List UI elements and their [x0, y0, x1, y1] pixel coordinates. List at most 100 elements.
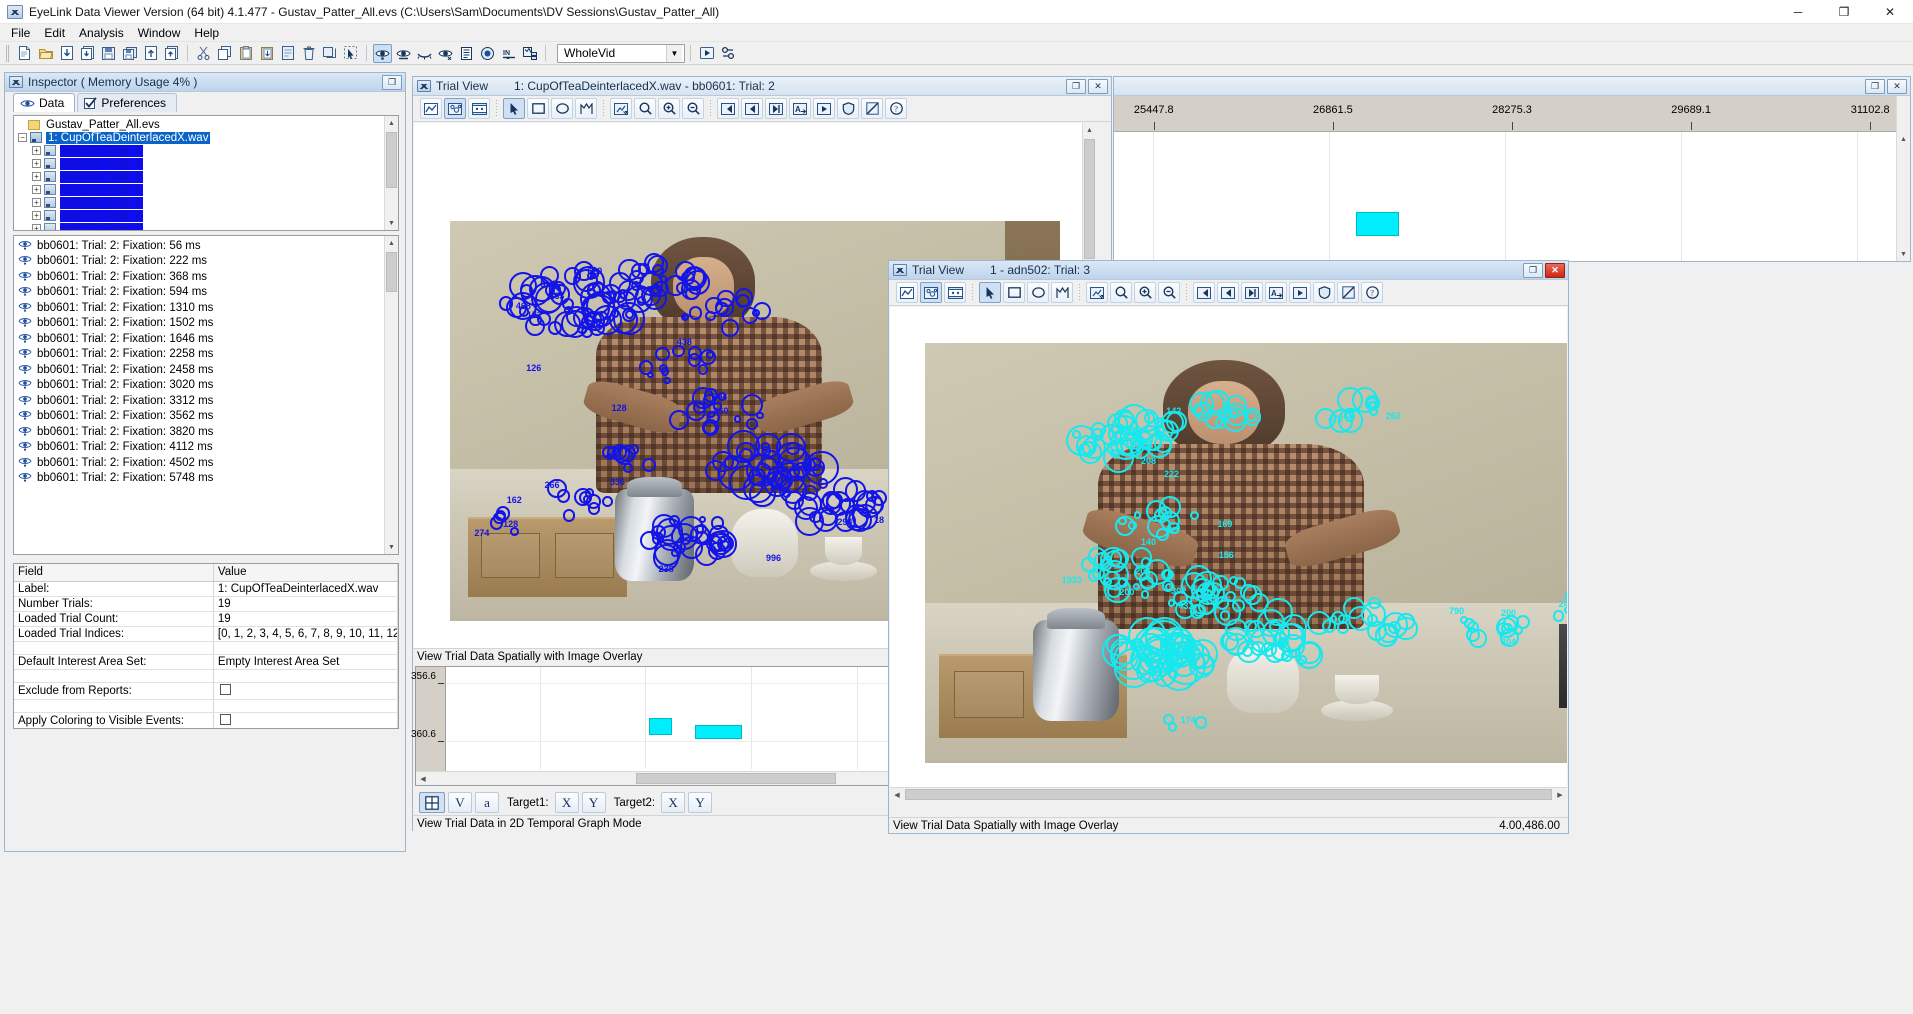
table-row[interactable]: Label: 1: CupOfTeaDeinterlacedX.wav	[14, 581, 398, 597]
minimize-button[interactable]: ─	[1775, 0, 1821, 24]
list-item[interactable]: bb0601: Trial: 2: Fixation: 3820 ms	[14, 424, 398, 440]
timeline-vertical-scrollbar[interactable]: ▲ ▼	[1896, 96, 1910, 261]
ellipse-select-icon[interactable]	[1027, 282, 1049, 303]
import-icon[interactable]	[57, 44, 76, 63]
checkbox[interactable]	[219, 683, 231, 695]
view-messages-icon[interactable]	[457, 44, 476, 63]
tg-scroll-thumb[interactable]	[636, 773, 836, 784]
target2-x-button[interactable]: X	[661, 792, 686, 813]
scroll-left-icon[interactable]: ◀	[416, 772, 430, 785]
play-trial-icon[interactable]	[1289, 282, 1311, 303]
tree-vertical-scrollbar[interactable]: ▲ ▼	[384, 116, 398, 230]
prev-trial-icon[interactable]	[741, 98, 763, 119]
list-item[interactable]: bb0601: Trial: 2: Fixation: 1310 ms	[14, 300, 398, 316]
tree-trial-item[interactable]: + bc0101: Trial: 2	[18, 222, 398, 230]
paste-special-icon[interactable]	[257, 44, 276, 63]
expand-toggle-icon[interactable]: +	[32, 159, 41, 168]
list-item[interactable]: bb0601: Trial: 2: Fixation: 594 ms	[14, 285, 398, 301]
list-item[interactable]: bb0601: Trial: 2: Fixation: 1502 ms	[14, 316, 398, 332]
expand-toggle-icon[interactable]: +	[32, 198, 41, 207]
tv2-scroll-thumb[interactable]	[905, 789, 1552, 800]
tab-data[interactable]: Data	[13, 93, 76, 112]
view-saccades-icon[interactable]	[394, 44, 413, 63]
pointer-icon[interactable]	[503, 98, 525, 119]
drift-correct-icon[interactable]	[1337, 282, 1359, 303]
expand-toggle-icon[interactable]: +	[32, 146, 41, 155]
open-folder-icon[interactable]	[36, 44, 55, 63]
expand-toggle-icon[interactable]: +	[32, 224, 41, 230]
tree-trial-item[interactable]: + bb0101: Trial: 2	[18, 209, 398, 222]
table-row[interactable]: Loaded Trial Indices: [0, 1, 2, 3, 4, 5, …	[14, 626, 398, 642]
trial-view-2-titlebar[interactable]: Trial View 1 - adn502: Trial: 3 ❐ ✕	[889, 261, 1568, 280]
scroll-down-icon[interactable]: ▼	[385, 216, 398, 230]
view-blinks-icon[interactable]	[415, 44, 434, 63]
first-trial-icon[interactable]	[717, 98, 739, 119]
menu-edit[interactable]: Edit	[37, 25, 72, 41]
scroll-up-icon[interactable]: ▲	[385, 236, 398, 250]
tree-trial-item[interactable]: + bb0801: Trial: 4	[18, 170, 398, 183]
close-button[interactable]: ✕	[1867, 0, 1913, 24]
scroll-left-icon[interactable]: ◀	[890, 788, 904, 801]
expand-toggle-icon[interactable]: +	[32, 172, 41, 181]
view-trial-icon[interactable]	[520, 44, 539, 63]
tv1-scroll-thumb[interactable]	[1084, 139, 1095, 259]
timeline-panel-titlebar[interactable]: ❐ ✕	[1114, 77, 1910, 96]
scroll-up-icon[interactable]: ▲	[1897, 132, 1910, 146]
trial-view-2-close-button[interactable]: ✕	[1545, 262, 1565, 278]
property-value[interactable]	[213, 682, 398, 700]
help-icon[interactable]: ?	[885, 98, 907, 119]
help-icon[interactable]: ?	[1361, 282, 1383, 303]
trial-view-2-spatial-canvas[interactable]: 142 472 262 124 208 222 169 140 156 208 1933 302 200…	[890, 307, 1567, 801]
next-trial-icon[interactable]	[765, 98, 787, 119]
trial-view-1-titlebar[interactable]: Trial View 1: CupOfTeaDeinterlacedX.wav …	[413, 77, 1111, 96]
select-region-icon[interactable]	[341, 44, 360, 63]
view-mode-combo[interactable]: WholeVid ▼	[557, 43, 685, 63]
scroll-up-icon[interactable]: ▲	[385, 116, 398, 130]
settings-icon[interactable]	[718, 44, 737, 63]
tree-trial-item[interactable]: + bb0202: Trial: 3	[18, 157, 398, 170]
scroll-down-icon[interactable]: ▼	[1897, 247, 1910, 261]
inspector-restore-button[interactable]: ❐	[382, 74, 402, 90]
velocity-button[interactable]: V	[448, 792, 472, 813]
table-row[interactable]	[14, 669, 398, 683]
spatial-overlay-icon[interactable]	[444, 98, 466, 119]
interest-area-icon[interactable]	[1313, 282, 1335, 303]
timeline-restore-button[interactable]: ❐	[1865, 78, 1885, 94]
temporal-data-box[interactable]	[694, 724, 743, 740]
tree-root[interactable]: Gustav_Patter_All.evs	[18, 118, 398, 131]
collapse-toggle-icon[interactable]: −	[18, 133, 27, 142]
inspector-titlebar[interactable]: Inspector ( Memory Usage 4% ) ❐	[5, 73, 405, 92]
zoom-in-icon[interactable]	[1134, 282, 1156, 303]
tree-trial-item[interactable]: + bb0302: Trial: 2	[18, 144, 398, 157]
zoom-icon[interactable]	[1110, 282, 1132, 303]
list-item[interactable]: bb0601: Trial: 2: Fixation: 368 ms	[14, 269, 398, 285]
tree-trial-item[interactable]: + bc0323: Trial: 5	[18, 183, 398, 196]
animation-icon[interactable]	[468, 98, 490, 119]
list-item[interactable]: bb0601: Trial: 2: Fixation: 4112 ms	[14, 440, 398, 456]
new-file-icon[interactable]	[15, 44, 34, 63]
table-row[interactable]: Apply Coloring to Visible Events:	[14, 712, 398, 728]
play-trial-icon[interactable]	[813, 98, 835, 119]
trial-view-1-close-button[interactable]: ✕	[1088, 78, 1108, 94]
copy-icon[interactable]	[215, 44, 234, 63]
tree-scroll-thumb[interactable]	[386, 132, 397, 188]
pointer-icon[interactable]	[979, 282, 1001, 303]
list-item[interactable]: bb0601: Trial: 2: Fixation: 2458 ms	[14, 362, 398, 378]
maximize-button[interactable]: ❐	[1821, 0, 1867, 24]
session-tree[interactable]: Gustav_Patter_All.evs − 1: CupOfTeaDeint…	[13, 115, 399, 231]
grid-layout-icon[interactable]	[419, 792, 445, 813]
trial-view-2-stimulus-image[interactable]: 142 472 262 124 208 222 169 140 156 208 1933 302 200…	[925, 343, 1567, 763]
list-item[interactable]: bb0601: Trial: 2: Fixation: 56 ms	[14, 238, 398, 254]
event-list-vertical-scrollbar[interactable]: ▲ ▼	[384, 236, 398, 554]
list-item[interactable]: bb0601: Trial: 2: Fixation: 3020 ms	[14, 378, 398, 394]
temporal-data-box[interactable]	[648, 718, 672, 736]
list-item[interactable]: bb0601: Trial: 2: Fixation: 3312 ms	[14, 393, 398, 409]
timeline-close-button[interactable]: ✕	[1887, 78, 1907, 94]
temporal-graph-icon[interactable]	[896, 282, 918, 303]
temporal-graph-icon[interactable]	[420, 98, 442, 119]
view-interest-areas-icon[interactable]: IN	[499, 44, 518, 63]
freehand-select-icon[interactable]	[575, 98, 597, 119]
save-all-icon[interactable]	[120, 44, 139, 63]
scroll-right-icon[interactable]: ▶	[1553, 788, 1567, 801]
overlay-icon[interactable]	[320, 44, 339, 63]
